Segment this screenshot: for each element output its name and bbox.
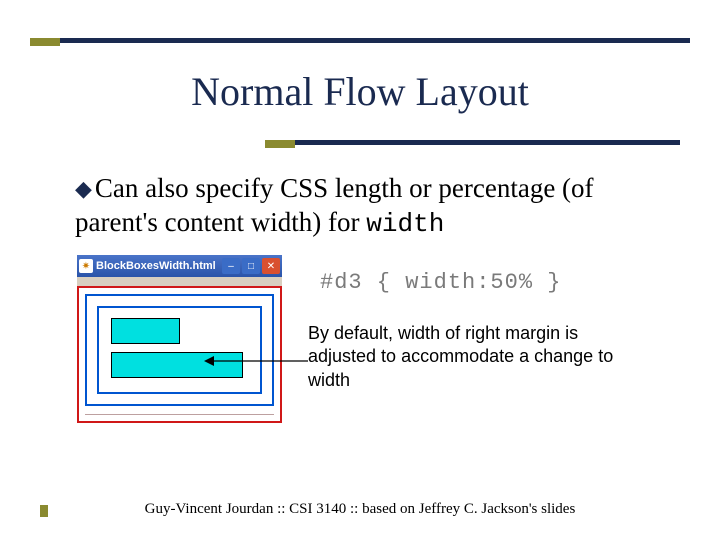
bullet-main-text: Can also specify CSS length or percentag… — [75, 173, 594, 237]
box-d4 — [111, 352, 243, 378]
window-titlebar: ✷ BlockBoxesWidth.html - M… – □ ✕ — [77, 255, 282, 277]
app-icon: ✷ — [79, 259, 93, 273]
diamond-bullet-icon: ◆ — [75, 175, 92, 203]
mid-accent — [265, 140, 295, 148]
explanation-text: By default, width of right margin is adj… — [308, 322, 638, 392]
bullet-code: width — [366, 209, 444, 239]
box-d3 — [111, 318, 180, 344]
close-icon: ✕ — [262, 258, 280, 274]
mid-rule — [265, 140, 680, 145]
top-accent — [30, 38, 60, 46]
bullet-text: ◆Can also specify CSS length or percenta… — [75, 172, 665, 240]
css-code-snippet: #d3 { width:50% } — [320, 270, 561, 295]
box-body — [77, 286, 282, 423]
slide-title: Normal Flow Layout — [0, 68, 720, 115]
box-d1 — [85, 294, 274, 406]
window-buttons: – □ ✕ — [222, 258, 280, 274]
body-hr — [85, 414, 274, 415]
box-d2 — [97, 306, 262, 394]
top-rule — [30, 38, 690, 43]
browser-window-mock: ✷ BlockBoxesWidth.html - M… – □ ✕ — [77, 255, 282, 423]
minimize-icon: – — [222, 258, 240, 274]
footer-text: Guy-Vincent Jourdan :: CSI 3140 :: based… — [0, 501, 720, 518]
address-bar — [77, 277, 282, 286]
maximize-icon: □ — [242, 258, 260, 274]
window-title: BlockBoxesWidth.html - M… — [96, 260, 219, 272]
